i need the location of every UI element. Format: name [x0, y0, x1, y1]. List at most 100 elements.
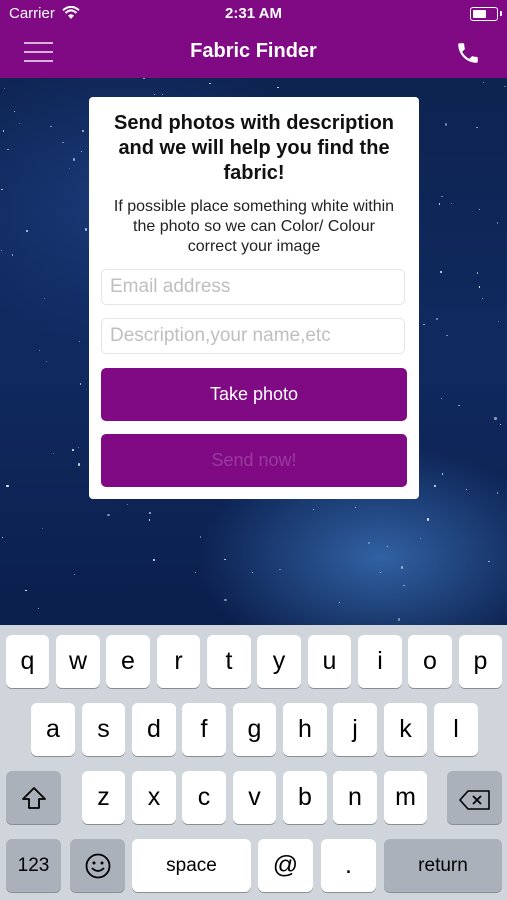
send-now-button[interactable]: Send now!	[101, 434, 407, 487]
description-field[interactable]	[101, 318, 405, 354]
email-field[interactable]	[101, 269, 405, 305]
key-q[interactable]: q	[6, 635, 49, 688]
top-bar: Carrier 2:31 AM Fabric Finder	[0, 0, 507, 78]
star	[80, 150, 83, 153]
star	[458, 404, 460, 406]
fabric-request-card: Send photos with description and we will…	[89, 97, 419, 499]
key-h[interactable]: h	[283, 703, 327, 756]
star	[0, 250, 3, 252]
email-input[interactable]	[102, 270, 404, 304]
numbers-key[interactable]: 123	[6, 839, 61, 892]
star	[497, 492, 499, 494]
key-v[interactable]: v	[233, 771, 276, 824]
star	[397, 618, 401, 621]
key-a[interactable]: a	[31, 703, 75, 756]
star	[45, 361, 47, 363]
key-o[interactable]: o	[408, 635, 452, 688]
key-x[interactable]: x	[132, 771, 176, 824]
star	[481, 297, 483, 300]
star	[440, 271, 442, 273]
key-j[interactable]: j	[333, 703, 377, 756]
shift-icon	[21, 786, 47, 817]
star	[79, 383, 82, 385]
star	[367, 541, 371, 545]
star	[504, 85, 506, 88]
key-r[interactable]: r	[157, 635, 200, 688]
star	[488, 560, 490, 563]
key-t[interactable]: t	[207, 635, 251, 688]
key-y[interactable]: y	[257, 635, 301, 688]
star	[2, 130, 4, 132]
star	[77, 446, 80, 449]
emoji-icon	[85, 853, 111, 886]
battery-icon	[470, 7, 502, 21]
star	[195, 571, 197, 574]
star	[426, 518, 430, 521]
key-c[interactable]: c	[182, 771, 226, 824]
key-e[interactable]: e	[106, 635, 150, 688]
star	[81, 129, 85, 133]
key-i[interactable]: i	[358, 635, 402, 688]
key-l[interactable]: l	[434, 703, 478, 756]
star	[444, 123, 448, 126]
star	[209, 82, 211, 84]
key-g[interactable]: g	[233, 703, 276, 756]
at-key[interactable]: @	[258, 839, 313, 892]
star	[153, 559, 155, 561]
star	[18, 122, 21, 124]
card-instructions: If possible place something white within…	[113, 198, 395, 255]
onscreen-keyboard: q w e r t y u i o p a s d f g h j k l z …	[0, 625, 507, 900]
star	[69, 167, 71, 169]
star	[224, 598, 227, 602]
star	[41, 528, 44, 530]
star	[496, 222, 499, 224]
star	[143, 78, 145, 80]
clock-time: 2:31 AM	[225, 5, 282, 22]
shift-key[interactable]	[6, 771, 61, 824]
star	[73, 573, 76, 576]
star	[479, 208, 481, 211]
dot-key[interactable]: .	[321, 839, 376, 892]
star	[423, 323, 425, 325]
star	[161, 93, 163, 96]
key-b[interactable]: b	[283, 771, 327, 824]
star	[72, 158, 76, 161]
star	[494, 417, 497, 420]
take-photo-button[interactable]: Take photo	[101, 368, 407, 421]
star	[465, 488, 468, 491]
key-n[interactable]: n	[333, 771, 377, 824]
key-p[interactable]: p	[459, 635, 502, 688]
star	[477, 272, 479, 274]
key-d[interactable]: d	[132, 703, 176, 756]
key-k[interactable]: k	[384, 703, 427, 756]
key-u[interactable]: u	[308, 635, 351, 688]
key-w[interactable]: w	[56, 635, 100, 688]
space-key[interactable]: space	[132, 839, 251, 892]
star	[403, 585, 405, 587]
star	[441, 196, 443, 198]
star	[149, 519, 151, 521]
star	[38, 349, 40, 351]
key-m[interactable]: m	[384, 771, 427, 824]
key-f[interactable]: f	[182, 703, 226, 756]
star	[451, 202, 453, 205]
star	[387, 545, 389, 548]
emoji-key[interactable]	[70, 839, 125, 892]
star	[251, 571, 254, 574]
star	[478, 286, 481, 288]
star	[153, 94, 155, 96]
star	[6, 484, 9, 488]
delete-key[interactable]	[447, 771, 502, 824]
star	[43, 297, 45, 300]
key-s[interactable]: s	[82, 703, 125, 756]
return-key[interactable]: return	[384, 839, 502, 892]
star	[439, 203, 441, 205]
description-input[interactable]	[102, 319, 404, 353]
phone-icon[interactable]	[455, 40, 481, 66]
key-z[interactable]: z	[82, 771, 125, 824]
star	[50, 126, 52, 128]
card-heading: Send photos with description and we will…	[114, 112, 394, 184]
star	[338, 601, 340, 603]
star	[482, 81, 485, 84]
star	[107, 513, 110, 517]
